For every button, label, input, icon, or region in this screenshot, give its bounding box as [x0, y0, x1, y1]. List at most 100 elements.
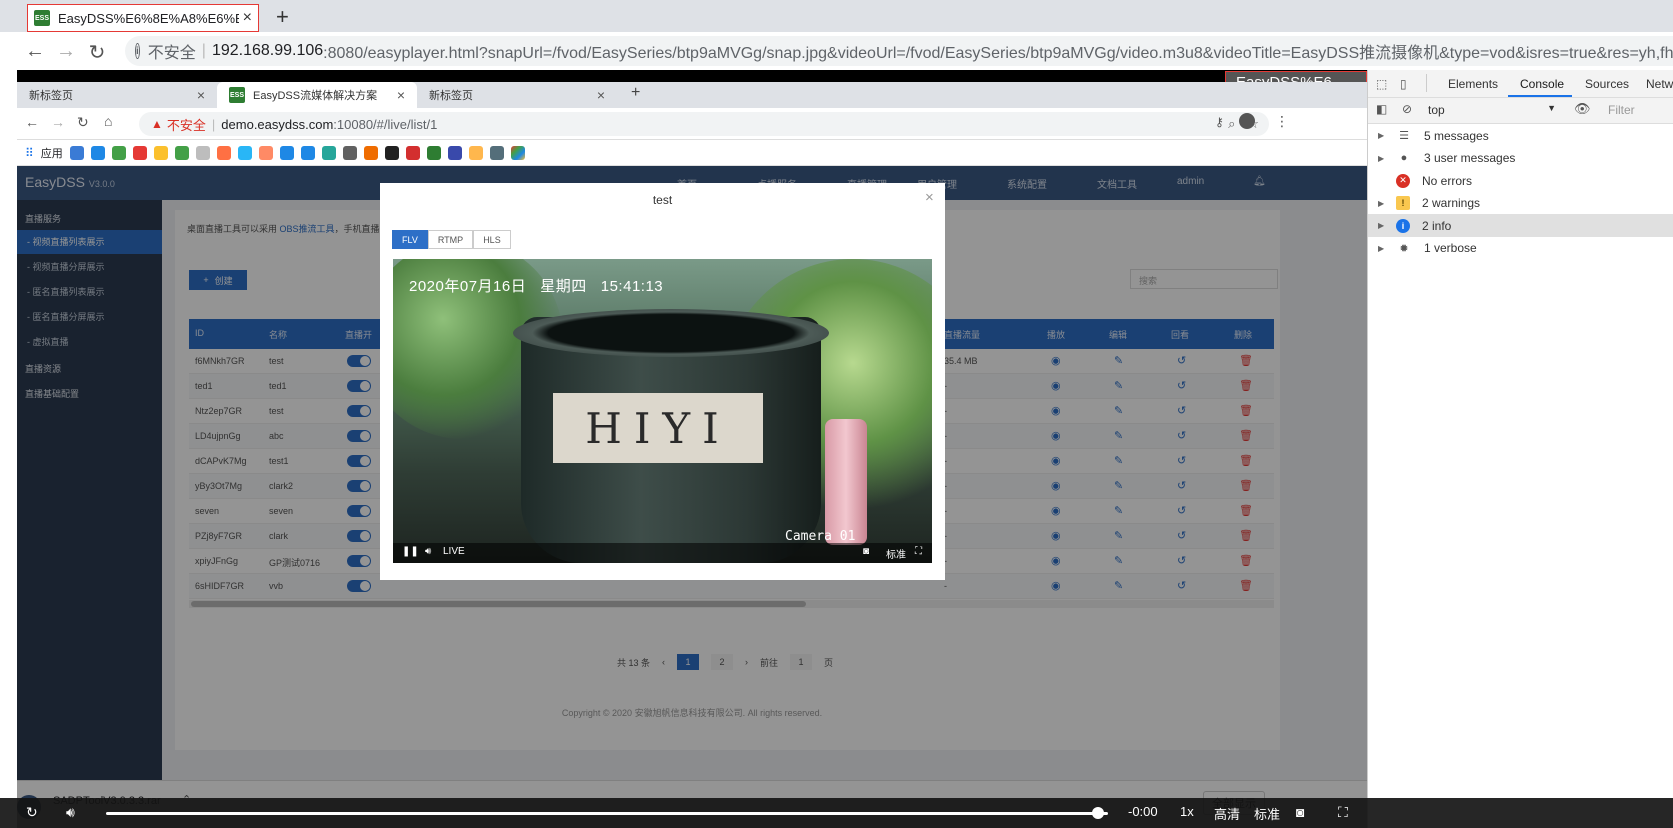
close-icon[interactable]: ×	[243, 9, 252, 27]
console-filter-item[interactable]: ▶ ✹ 1 verbose	[1368, 237, 1673, 260]
video-player[interactable]: HIYI 2020年07月16日 星期四 15:41:13 Camera 01 …	[393, 259, 932, 563]
bookmark-icon[interactable]	[258, 145, 273, 160]
bookmark-icon[interactable]	[447, 145, 462, 160]
bookmark-icon[interactable]	[69, 145, 84, 160]
close-icon[interactable]: ×	[197, 87, 205, 103]
console-filter-label: 2 warnings	[1422, 196, 1481, 210]
bookmark-icon[interactable]	[237, 145, 252, 160]
snapshot-icon[interactable]: ◙	[863, 546, 869, 557]
bookmark-icon[interactable]	[321, 145, 336, 160]
fullscreen-icon[interactable]: ⛶	[1338, 804, 1348, 821]
inner-tab-1[interactable]: 新标签页 ×	[17, 82, 217, 108]
bookmark-icon[interactable]	[405, 145, 420, 160]
eye-icon[interactable]: 👁︎	[1574, 101, 1591, 117]
tab-elements[interactable]: Elements	[1448, 77, 1498, 91]
bookmark-icon[interactable]	[300, 145, 315, 160]
zoom-icon[interactable]: ⌕	[1228, 116, 1235, 132]
console-filter-item[interactable]: ▶ ☰ 5 messages	[1368, 124, 1673, 147]
progress-track[interactable]	[106, 812, 1108, 815]
reload-icon[interactable]: ↻	[77, 114, 89, 131]
key-icon[interactable]: ⚷	[1215, 115, 1224, 129]
bookmark-apps[interactable]: 应用	[41, 145, 63, 161]
bookmark-icon[interactable]	[111, 145, 126, 160]
info-icon[interactable]: i	[135, 43, 140, 59]
context-value: top	[1428, 103, 1445, 117]
snapshot-icon[interactable]: ◙	[1296, 804, 1304, 820]
inner-tab-2[interactable]: ESS EasyDSS流媒体解决方案 ×	[217, 82, 417, 108]
bug-icon: ✹	[1399, 242, 1409, 255]
volume-icon[interactable]: 🔊︎	[425, 546, 431, 557]
error-icon: ✕	[1396, 173, 1410, 188]
expand-icon[interactable]: ▶	[1378, 244, 1392, 253]
forward-icon[interactable]: →	[55, 40, 77, 63]
tab-hls[interactable]: HLS	[473, 230, 511, 249]
filter-input[interactable]: Filter	[1608, 103, 1635, 117]
back-icon[interactable]: ←	[25, 114, 39, 130]
device-icon[interactable]: ▯	[1400, 77, 1407, 91]
bookmark-icon[interactable]	[195, 145, 210, 160]
context-select[interactable]: top ▼	[1428, 103, 1556, 117]
bookmark-icon[interactable]	[510, 145, 525, 160]
volume-icon[interactable]: 🔊︎	[66, 804, 75, 821]
back-icon[interactable]: ←	[24, 40, 46, 63]
url-separator: |	[211, 116, 216, 132]
outer-tab-strip: ESS EasyDSS%E6%8E%A8%E6%B5 × +	[0, 0, 1673, 32]
inner-url-field[interactable]: ▲ 不安全 | demo.easydss.com :10080/#/live/l…	[139, 112, 1269, 136]
close-icon[interactable]: ×	[597, 87, 605, 103]
expand-icon[interactable]: ▶	[1378, 221, 1392, 230]
bookmarks-bar: ⠿ 应用	[17, 140, 1367, 166]
bookmark-icon[interactable]	[174, 145, 189, 160]
progress-knob[interactable]	[1091, 807, 1104, 819]
outer-active-tab[interactable]: ESS EasyDSS%E6%8E%A8%E6%B5 ×	[27, 4, 259, 32]
outer-url-field[interactable]: i 不安全 | 192.168.99.106 :8080/easyplayer.…	[125, 36, 1673, 66]
menu-icon[interactable]: ⋮	[1275, 113, 1289, 130]
sidebar-toggle-icon[interactable]: ◧	[1376, 102, 1387, 116]
clear-console-icon[interactable]: ⊘	[1402, 102, 1412, 116]
expand-icon[interactable]: ▶	[1378, 199, 1392, 208]
console-filter-item[interactable]: ▶! 2 warnings	[1368, 192, 1673, 215]
hd-button[interactable]: 高清	[1214, 804, 1240, 823]
console-filter-item[interactable]: ▶ i 2 info	[1368, 214, 1673, 237]
console-filter-item[interactable]: ✕ No errors	[1368, 169, 1673, 192]
forward-icon[interactable]: →	[51, 114, 65, 130]
bookmark-icon[interactable]	[468, 145, 483, 160]
bookmark-icon[interactable]	[132, 145, 147, 160]
replay-icon[interactable]: ↻	[26, 804, 38, 821]
bookmark-icon[interactable]	[426, 145, 441, 160]
reload-icon[interactable]: ↻	[86, 40, 108, 65]
bookmark-icon[interactable]	[489, 145, 504, 160]
new-tab-icon[interactable]: +	[631, 84, 640, 102]
tab-console[interactable]: Console	[1520, 77, 1564, 91]
tab-flv[interactable]: FLV	[392, 230, 428, 249]
bookmark-icon[interactable]	[279, 145, 294, 160]
fullscreen-icon[interactable]: ⛶	[915, 546, 922, 557]
bookmark-icon[interactable]	[342, 145, 357, 160]
inspect-icon[interactable]: ⬚	[1376, 77, 1387, 91]
bookmark-icon[interactable]	[216, 145, 231, 160]
console-filter-label: 5 messages	[1424, 128, 1489, 143]
bookmark-icon[interactable]	[363, 145, 378, 160]
close-icon[interactable]: ×	[925, 189, 934, 206]
bookmark-icon[interactable]	[384, 145, 399, 160]
expand-icon[interactable]: ▶	[1378, 154, 1392, 163]
expand-icon[interactable]: ▶	[1378, 131, 1392, 140]
bookmark-icon[interactable]	[90, 145, 105, 160]
tab-rtmp[interactable]: RTMP	[427, 230, 474, 249]
protocol-tabs: FLV RTMP HLS	[392, 230, 511, 249]
inner-tab-3[interactable]: 新标签页 ×	[417, 82, 617, 108]
sd-button[interactable]: 标准	[1254, 804, 1280, 823]
console-filter-item[interactable]: ▶ ● 3 user messages	[1368, 147, 1673, 170]
tab-sources[interactable]: Sources	[1585, 77, 1629, 91]
pause-icon[interactable]: ❚❚	[402, 546, 419, 557]
close-icon[interactable]: ×	[397, 87, 405, 103]
tab-network[interactable]: Netw	[1646, 77, 1673, 91]
profile-icon[interactable]	[1239, 113, 1255, 129]
speed-button[interactable]: 1x	[1180, 804, 1194, 819]
bookmark-icon[interactable]	[153, 145, 168, 160]
inner-address-bar: ← → ↻ ⌂ ▲ 不安全 | demo.easydss.com :10080/…	[17, 108, 1367, 140]
home-icon[interactable]: ⌂	[104, 113, 112, 129]
video-bottle	[825, 419, 867, 545]
quality-button[interactable]: 标准	[886, 546, 906, 561]
apps-icon[interactable]: ⠿	[25, 146, 34, 160]
new-tab-button[interactable]: +	[276, 4, 289, 30]
